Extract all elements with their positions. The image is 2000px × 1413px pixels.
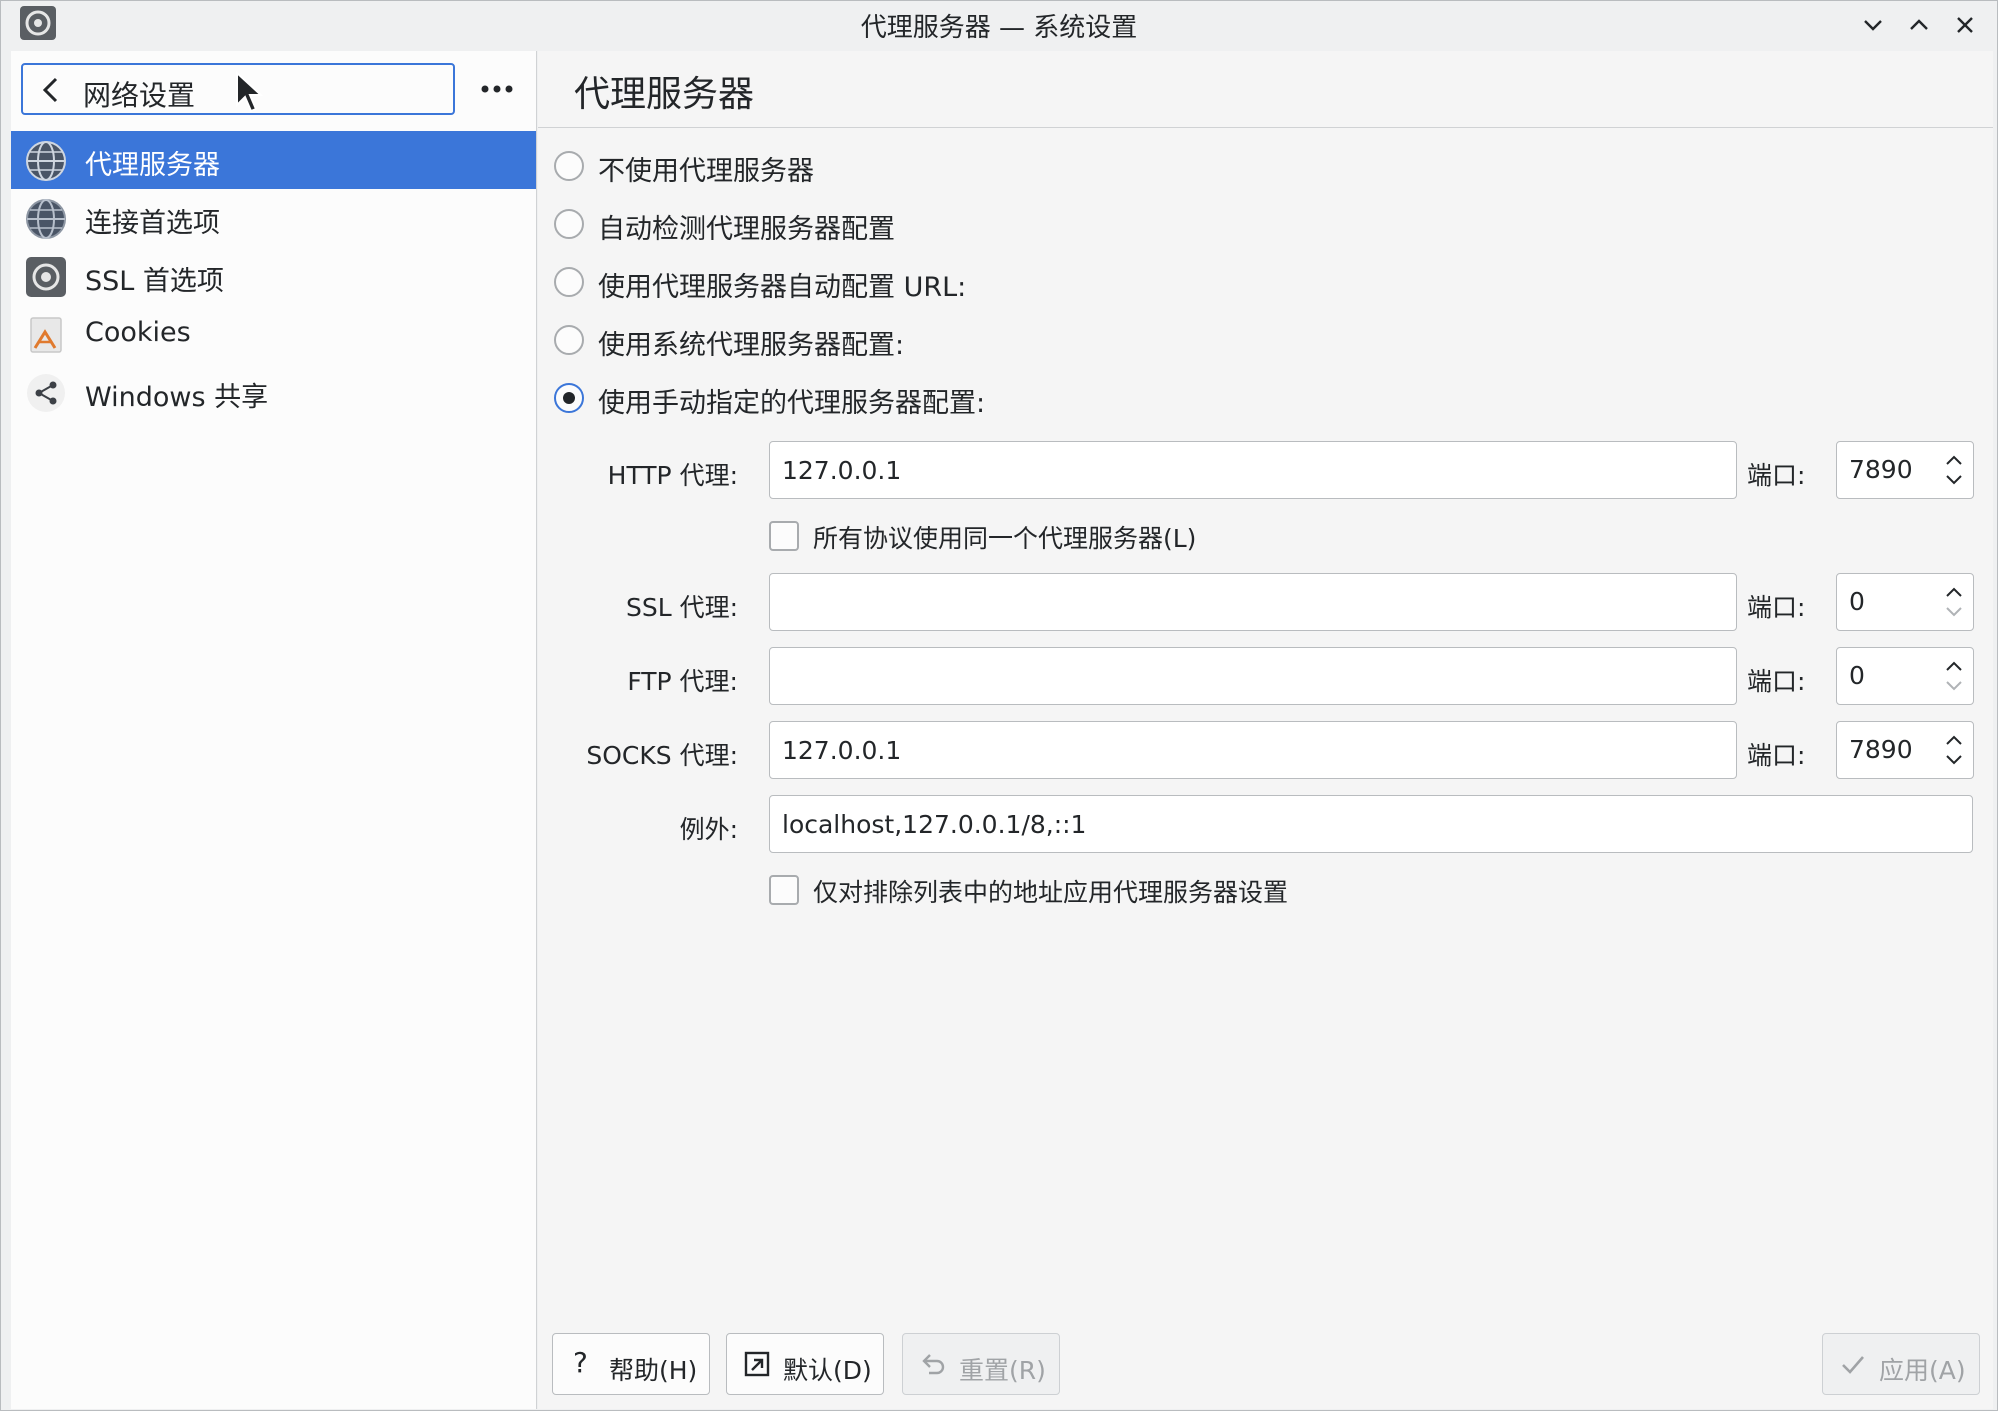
sidebar-item-label: 连接首选项 xyxy=(85,208,220,239)
chevron-left-icon xyxy=(42,77,58,103)
ftp-proxy-input[interactable] xyxy=(769,647,1737,705)
radio-label: 使用系统代理服务器配置: xyxy=(598,330,905,361)
reset-button[interactable]: 重置(R) xyxy=(902,1333,1060,1395)
checkbox[interactable] xyxy=(769,521,799,551)
port-label: 端口: xyxy=(1747,667,1806,696)
sidebar-item-label: 代理服务器 xyxy=(85,150,220,181)
divider xyxy=(538,127,1993,128)
share-icon xyxy=(27,374,65,412)
radio-button[interactable] xyxy=(554,267,584,297)
radio-label: 自动检测代理服务器配置 xyxy=(598,214,895,245)
defaults-label: 默认(D) xyxy=(783,1356,872,1385)
help-label: 帮助(H) xyxy=(609,1356,698,1385)
checkmark-icon xyxy=(1842,1356,1864,1374)
exceptions-label: 例外: xyxy=(679,815,738,844)
page-title: 代理服务器 xyxy=(574,74,755,115)
reset-label: 重置(R) xyxy=(959,1356,1046,1385)
spin-arrows-icon[interactable] xyxy=(1943,580,1965,624)
http-proxy-input[interactable] xyxy=(769,441,1737,499)
http-proxy-label: HTTP 代理: xyxy=(607,461,738,490)
checkbox[interactable] xyxy=(769,875,799,905)
port-value: 0 xyxy=(1849,661,1865,690)
gear-icon xyxy=(26,257,66,297)
port-label: 端口: xyxy=(1747,741,1806,770)
minimize-icon[interactable] xyxy=(1857,9,1889,41)
checkbox-label: 仅对排除列表中的地址应用代理服务器设置 xyxy=(813,878,1289,907)
radio-button[interactable] xyxy=(554,325,584,355)
sidebar-item-cookies[interactable]: Cookies xyxy=(11,305,536,363)
more-options-icon[interactable] xyxy=(477,79,517,99)
apply-button[interactable]: 应用(A) xyxy=(1822,1333,1980,1395)
back-label: 网络设置 xyxy=(83,79,196,112)
spin-arrows-icon[interactable] xyxy=(1943,448,1965,492)
radio-label: 使用手动指定的代理服务器配置: xyxy=(598,388,986,419)
radio-label: 使用代理服务器自动配置 URL: xyxy=(598,272,967,303)
window-title: 代理服务器 — 系统设置 xyxy=(860,13,1138,43)
globe-icon xyxy=(26,199,66,239)
sidebar-item-label: Windows 共享 xyxy=(85,382,269,413)
defaults-button[interactable]: 默认(D) xyxy=(726,1333,884,1395)
socks-proxy-label: SOCKS 代理: xyxy=(586,741,738,770)
sidebar-item-windows-share[interactable]: Windows 共享 xyxy=(11,363,536,421)
restore-defaults-icon xyxy=(744,1351,770,1377)
content-area: 代理服务器 不使用代理服务器 自动检测代理服务器配置 使用代理服务器自动配置 U… xyxy=(538,51,1993,1409)
cookie-icon xyxy=(30,317,62,353)
http-port-spinbox[interactable]: 7890 xyxy=(1836,441,1974,499)
apply-label: 应用(A) xyxy=(1879,1356,1966,1385)
port-value: 7890 xyxy=(1849,455,1913,484)
help-button[interactable]: ? 帮助(H) xyxy=(552,1333,710,1395)
maximize-icon[interactable] xyxy=(1903,9,1935,41)
globe-icon xyxy=(26,141,66,181)
sidebar-item-label: Cookies xyxy=(85,317,191,348)
radio-button[interactable] xyxy=(554,209,584,239)
ssl-proxy-label: SSL 代理: xyxy=(625,593,738,622)
spin-arrows-icon[interactable] xyxy=(1943,728,1965,772)
mouse-cursor-icon xyxy=(236,71,263,113)
close-icon[interactable] xyxy=(1949,9,1981,41)
undo-icon xyxy=(922,1354,945,1375)
checkbox-label: 所有协议使用同一个代理服务器(L) xyxy=(813,524,1197,553)
sidebar-item-proxy[interactable]: 代理服务器 xyxy=(11,131,536,189)
sidebar-item-ssl-preferences[interactable]: SSL 首选项 xyxy=(11,247,536,305)
ftp-proxy-label: FTP 代理: xyxy=(627,667,738,696)
sidebar-item-connection-preferences[interactable]: 连接首选项 xyxy=(11,189,536,247)
socks-port-spinbox[interactable]: 7890 xyxy=(1836,721,1974,779)
radio-button[interactable] xyxy=(554,383,584,413)
port-label: 端口: xyxy=(1747,593,1806,622)
title-bar[interactable]: 代理服务器 — 系统设置 xyxy=(1,1,1997,51)
sidebar: 网络设置 代理服务器 连接首选项 SSL 首选项 Cookies Windows… xyxy=(11,51,537,1409)
question-icon: ? xyxy=(573,1346,588,1379)
sidebar-item-label: SSL 首选项 xyxy=(85,266,224,297)
port-value: 0 xyxy=(1849,587,1865,616)
settings-window: 代理服务器 — 系统设置 网络设置 代理服务器 连接首选项 SSL 首选项 Co… xyxy=(0,0,1998,1411)
exceptions-input[interactable] xyxy=(769,795,1973,853)
port-value: 7890 xyxy=(1849,735,1913,764)
ssl-proxy-input[interactable] xyxy=(769,573,1737,631)
socks-proxy-input[interactable] xyxy=(769,721,1737,779)
port-label: 端口: xyxy=(1747,461,1806,490)
radio-button[interactable] xyxy=(554,151,584,181)
ftp-port-spinbox[interactable]: 0 xyxy=(1836,647,1974,705)
spin-arrows-icon[interactable] xyxy=(1943,654,1965,698)
radio-label: 不使用代理服务器 xyxy=(598,156,814,187)
ssl-port-spinbox[interactable]: 0 xyxy=(1836,573,1974,631)
